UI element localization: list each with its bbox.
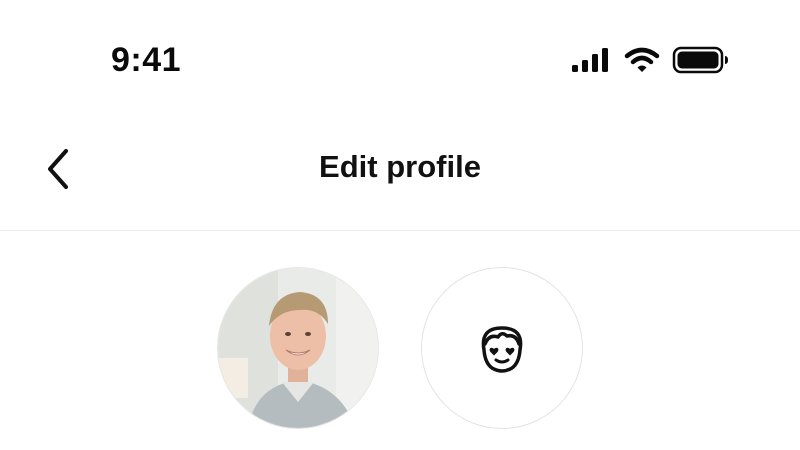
profile-photo-avatar[interactable] [217,267,379,429]
profile-photo [218,268,378,428]
header: Edit profile [0,115,800,231]
status-icons [570,44,730,76]
battery-icon [672,46,728,74]
character-avatar-option[interactable] [421,267,583,429]
page-title: Edit profile [319,149,481,184]
avatar-selector [0,267,800,431]
avatar-character-icon [481,326,523,373]
status-bar: 9:41 [0,0,800,115]
cellular-signal-icon [572,48,608,72]
wifi-icon [624,47,660,72]
status-time: 9:41 [111,41,182,79]
